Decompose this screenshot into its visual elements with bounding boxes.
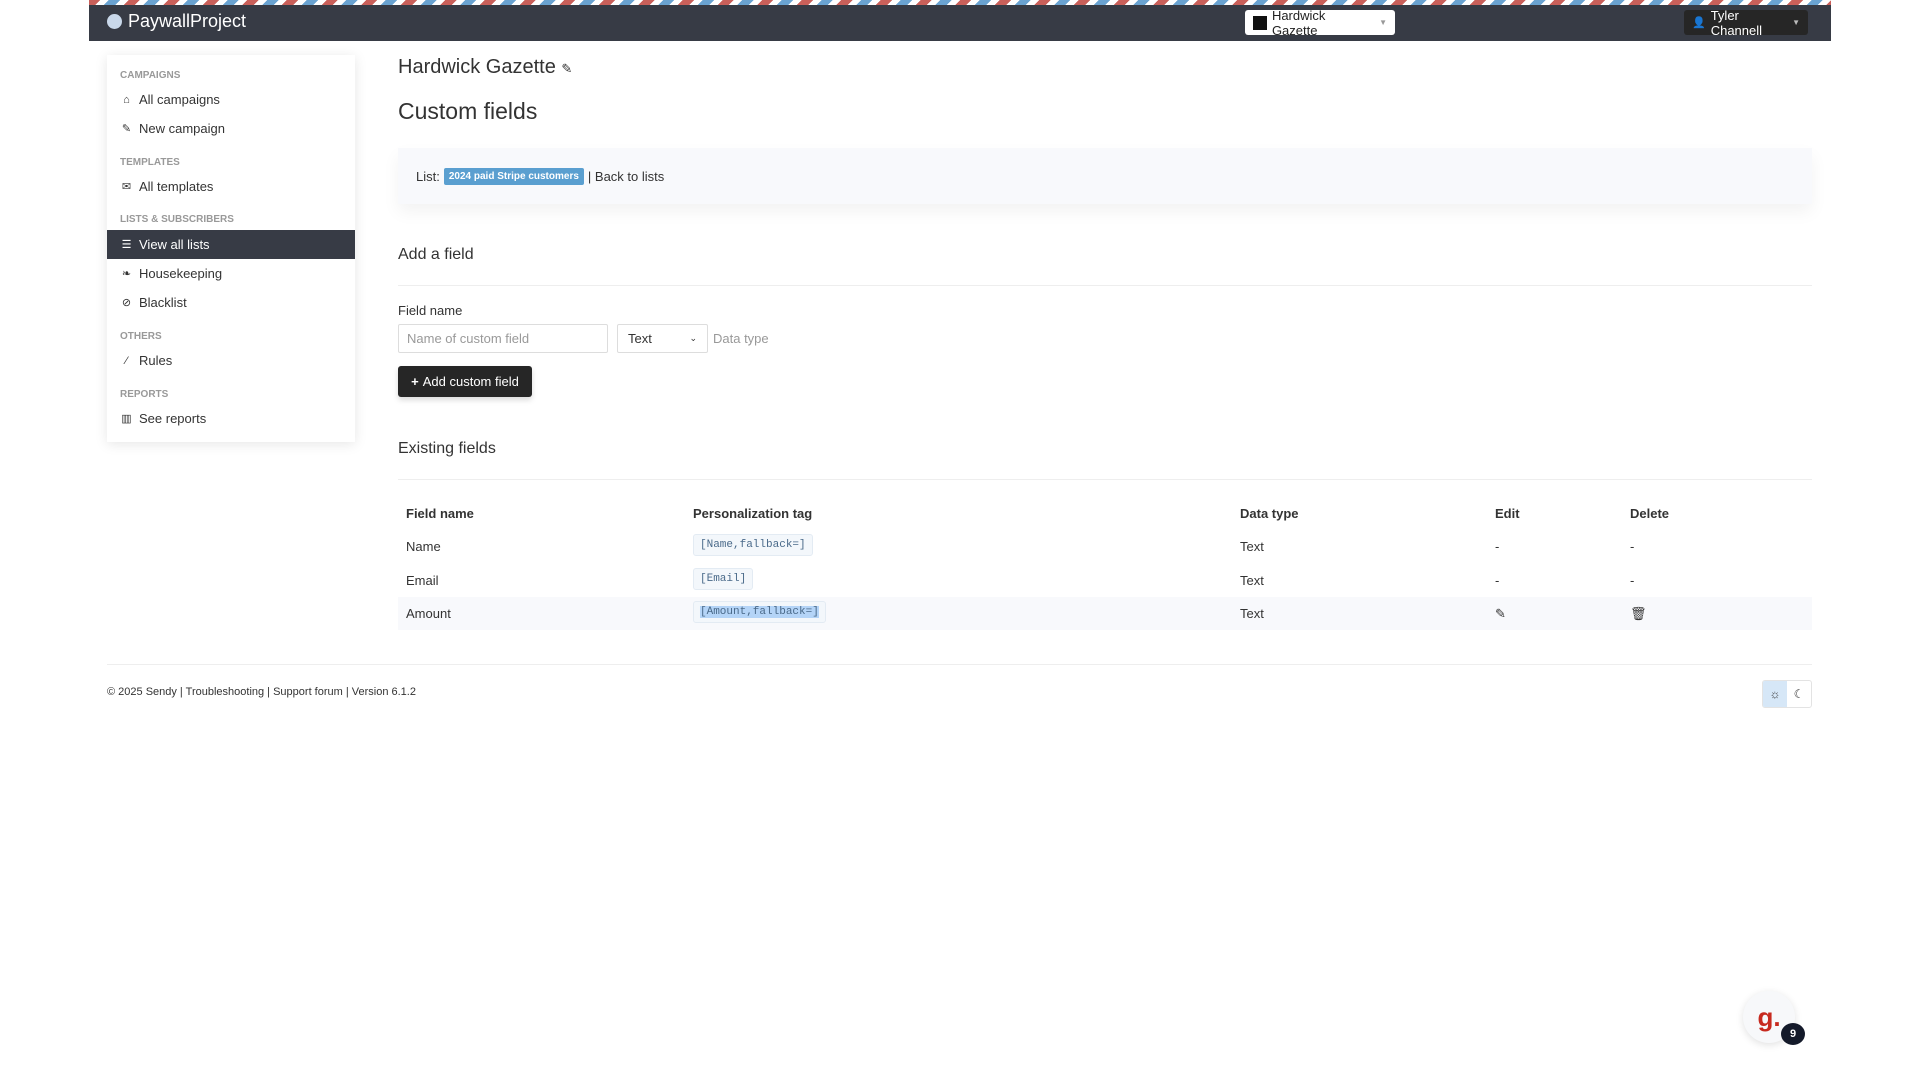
sidebar-item-label: Rules xyxy=(139,353,173,368)
delete-cell: - xyxy=(1630,573,1635,588)
list-icon: ☰ xyxy=(121,239,132,251)
table-row: Name [Name,fallback=] Text - - xyxy=(398,530,1812,563)
field-name-label: Field name xyxy=(398,303,463,318)
sidebar-item-label: New campaign xyxy=(139,121,225,136)
sidebar-item-label: View all lists xyxy=(139,237,210,252)
column-header-data-type: Data type xyxy=(1240,506,1299,521)
sidebar-item-housekeeping[interactable]: ❧ Housekeeping xyxy=(107,259,355,288)
sidebar-section-others: OTHERS xyxy=(120,331,162,342)
sidebar-section-templates: TEMPLATES xyxy=(120,157,180,168)
data-type-cell: Text xyxy=(1240,573,1264,588)
personalization-tag-text: [Amount,fallback=] xyxy=(700,606,819,618)
user-icon: 👤 xyxy=(1692,17,1706,29)
personalization-tag: [Email] xyxy=(693,568,754,590)
list-info-panel: List: 2024 paid Stripe customers | Back … xyxy=(398,148,1812,204)
sidebar-item-label: All campaigns xyxy=(139,92,220,107)
brand-title-text: Hardwick Gazette xyxy=(398,56,556,78)
add-custom-field-label: Add custom field xyxy=(422,374,519,389)
personalization-tag: [Amount,fallback=] xyxy=(693,601,826,623)
data-type-label: Data type xyxy=(713,331,769,346)
trash-icon[interactable]: 🗑 xyxy=(1630,606,1647,622)
edit-cell: - xyxy=(1495,539,1500,554)
plus-icon: + xyxy=(411,374,419,389)
moon-icon[interactable]: ☾ xyxy=(1787,681,1811,707)
sidebar-section-reports: REPORTS xyxy=(120,389,169,400)
brand-title: Hardwick Gazette ✎ xyxy=(398,56,572,79)
brand-name: PaywallProject xyxy=(128,11,247,31)
sun-icon[interactable]: ☼ xyxy=(1763,681,1787,707)
user-menu-button[interactable]: 👤 Tyler Channell ▼ xyxy=(1684,7,1808,38)
edit-icon: ✎ xyxy=(121,123,132,135)
theme-toggle: ☼ ☾ xyxy=(1762,680,1812,708)
column-header-personalization-tag: Personalization tag xyxy=(693,506,813,521)
data-type-value: Text xyxy=(628,331,652,346)
data-type-cell: Text xyxy=(1240,606,1264,621)
envelope-icon: ✉ xyxy=(121,181,132,193)
sidebar-item-label: All templates xyxy=(139,179,214,194)
chevron-down-icon: ⌄ xyxy=(689,333,697,343)
sidebar-item-label: Housekeeping xyxy=(139,266,223,281)
chart-icon: ▥ xyxy=(121,413,132,425)
sidebar-item-blacklist[interactable]: ⊘ Blacklist xyxy=(107,288,355,317)
sidebar-item-see-reports[interactable]: ▥ See reports xyxy=(107,404,355,433)
caret-down-icon: ▼ xyxy=(1379,18,1387,27)
brand-link[interactable]: PaywallProject xyxy=(107,11,246,32)
field-name-cell: Name xyxy=(406,539,441,554)
personalization-tag: [Name,fallback=] xyxy=(693,534,813,556)
page-title: Custom fields xyxy=(398,98,538,124)
sidebar-item-label: See reports xyxy=(139,411,207,426)
footer-divider xyxy=(107,664,1812,665)
divider xyxy=(398,479,1812,480)
top-navbar: PaywallProject Hardwick Gazette ▼ 👤 Tyler … xyxy=(89,0,1831,41)
field-name-cell: Amount xyxy=(406,606,451,621)
brand-switcher-label: Hardwick Gazette xyxy=(1271,7,1326,38)
list-badge[interactable]: 2024 paid Stripe customers xyxy=(443,167,584,185)
sidebar-item-all-campaigns[interactable]: ⌂ All campaigns xyxy=(107,85,355,114)
delete-cell: - xyxy=(1630,539,1635,554)
edit-cell: - xyxy=(1495,573,1500,588)
widget-logo: g. xyxy=(1757,1001,1781,1032)
sidebar-item-new-campaign[interactable]: ✎ New campaign xyxy=(107,114,355,143)
field-name-input[interactable] xyxy=(398,324,608,353)
edit-icon[interactable]: ✎ xyxy=(1495,606,1506,622)
field-name-cell: Email xyxy=(406,573,439,588)
sidebar-item-rules[interactable]: ⁄ Rules xyxy=(107,346,355,375)
back-to-lists-link[interactable]: | Back to lists xyxy=(588,169,664,184)
list-label: List: xyxy=(416,168,440,184)
footer-text: © 2025 Sendy | Troubleshooting | Support… xyxy=(107,686,416,698)
table-row: Email [Email] Text - - xyxy=(398,564,1812,597)
leaf-icon: ❧ xyxy=(121,268,132,280)
logo-icon xyxy=(107,14,122,29)
caret-down-icon: ▼ xyxy=(1792,18,1800,27)
sidebar: CAMPAIGNS ⌂ All campaigns ✎ New campaign T… xyxy=(107,55,355,442)
airmail-stripe xyxy=(89,0,1831,5)
column-header-field-name: Field name xyxy=(406,506,474,521)
data-type-select[interactable]: Text ⌄ xyxy=(617,324,708,353)
pencil-icon[interactable]: ✎ xyxy=(561,61,572,76)
add-custom-field-button[interactable]: + Add custom field xyxy=(398,366,532,397)
home-icon: ⌂ xyxy=(123,93,130,106)
column-header-delete: Delete xyxy=(1630,506,1670,521)
divider xyxy=(398,285,1812,286)
sidebar-section-lists: LISTS & SUBSCRIBERS xyxy=(120,214,234,225)
sidebar-item-all-templates[interactable]: ✉ All templates xyxy=(107,172,355,201)
sidebar-item-label: Blacklist xyxy=(139,295,187,310)
sidebar-section-campaigns: CAMPAIGNS xyxy=(120,70,181,81)
ban-icon: ⊘ xyxy=(121,297,132,309)
magic-wand-icon: ⁄ xyxy=(125,354,128,367)
existing-fields-heading: Existing fields xyxy=(398,440,496,457)
notification-badge: 9 xyxy=(1781,1023,1805,1045)
table-row: Amount [Amount,fallback=] Text ✎ 🗑 xyxy=(398,597,1812,630)
add-field-heading: Add a field xyxy=(398,246,474,263)
sidebar-item-view-all-lists[interactable]: ☰ View all lists xyxy=(107,230,355,259)
data-type-cell: Text xyxy=(1240,539,1264,554)
brand-switcher-button[interactable]: Hardwick Gazette ▼ xyxy=(1245,7,1395,38)
column-header-edit: Edit xyxy=(1495,506,1520,521)
user-name: Tyler Channell xyxy=(1710,7,1763,38)
brand-logo-icon xyxy=(1253,15,1267,30)
